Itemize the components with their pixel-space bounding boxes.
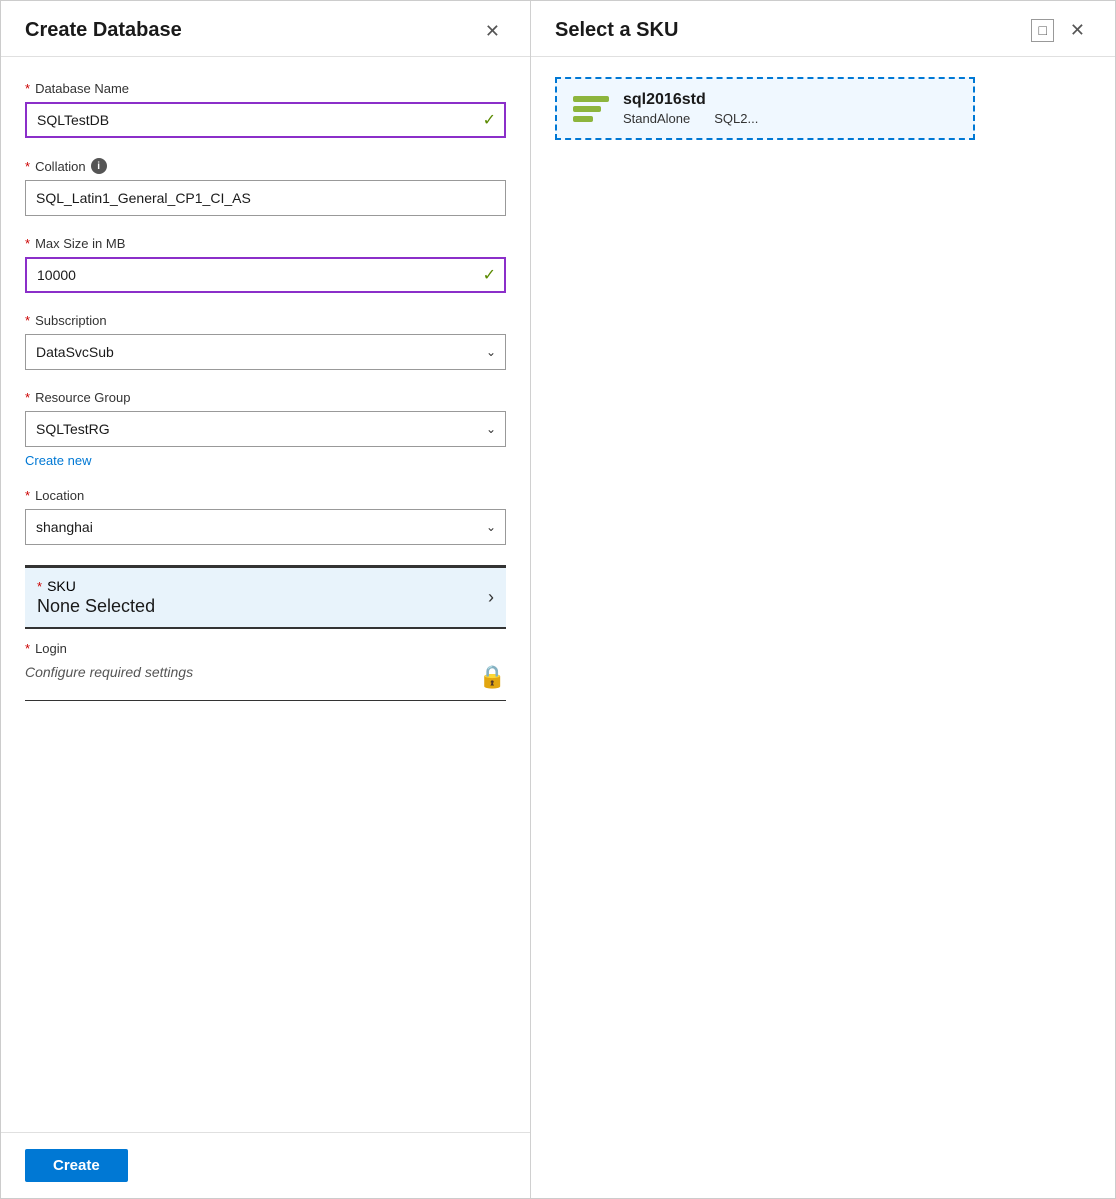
subscription-group: * Subscription DataSvcSub ⌄ [25,313,506,370]
database-name-group: * Database Name ✓ [25,81,506,138]
subscription-select-wrapper: DataSvcSub ⌄ [25,334,506,370]
subscription-required-star: * [25,313,30,328]
create-button[interactable]: Create [25,1149,128,1182]
right-close-button[interactable]: ✕ [1064,19,1091,41]
login-field-inner: Configure required settings 🔒 [25,662,506,690]
login-label-text: Login [35,641,67,656]
sku-card[interactable]: sql2016std StandAlone SQL2... [555,77,975,140]
left-panel-header: Create Database ✕ [1,1,530,57]
login-field: * Login Configure required settings 🔒 [25,629,506,701]
database-name-label: * Database Name [25,81,506,96]
sku-label-text: SKU [47,578,76,594]
create-new-link[interactable]: Create new [25,453,91,468]
create-database-panel: Create Database ✕ * Database Name ✓ * Co [1,1,531,1198]
max-size-label: * Max Size in MB [25,236,506,251]
location-required-star: * [25,488,30,503]
location-select-wrapper: shanghai ⌄ [25,509,506,545]
left-panel-title: Create Database [25,19,182,42]
resource-group-select-wrapper: SQLTestRG ⌄ [25,411,506,447]
sku-icon-bar-narrow [573,116,593,122]
max-size-input-wrapper: ✓ [25,257,506,293]
sku-field[interactable]: * SKU None Selected › [25,566,506,629]
sku-card-details: StandAlone SQL2... [623,111,758,126]
collation-required-star: * [25,159,30,174]
max-size-required-star: * [25,236,30,251]
lock-icon: 🔒 [479,664,506,690]
max-size-label-text: Max Size in MB [35,236,125,251]
sku-card-info: sql2016std StandAlone SQL2... [623,91,758,126]
collation-input-wrapper [25,180,506,216]
location-group: * Location shanghai ⌄ [25,488,506,545]
resource-group-label: * Resource Group [25,390,506,405]
database-name-input-wrapper: ✓ [25,102,506,138]
login-label: * Login [25,641,506,656]
max-size-input[interactable] [25,257,506,293]
resource-group-select[interactable]: SQLTestRG [25,411,506,447]
collation-input[interactable] [25,180,506,216]
sku-required-star: * [37,579,42,594]
sku-card-version: SQL2... [714,111,758,126]
location-select[interactable]: shanghai [25,509,506,545]
location-label: * Location [25,488,506,503]
subscription-label: * Subscription [25,313,506,328]
sku-value: None Selected [37,596,155,617]
sku-chevron-right-icon: › [488,587,494,608]
database-name-required-star: * [25,81,30,96]
resource-group-required-star: * [25,390,30,405]
sku-icon-bar-wide [573,96,609,102]
login-required-star: * [25,641,30,656]
left-panel-footer: Create [1,1132,530,1198]
sku-icon-bar-medium [573,106,601,112]
sku-card-type: StandAlone [623,111,690,126]
max-size-group: * Max Size in MB ✓ [25,236,506,293]
left-panel-body: * Database Name ✓ * Collation i [1,57,530,1132]
sku-card-icon [573,96,609,122]
sku-card-name: sql2016std [623,91,758,109]
collation-label: * Collation i [25,158,506,174]
database-name-label-text: Database Name [35,81,129,96]
maximize-button[interactable]: □ [1031,19,1053,42]
right-panel-header: Select a SKU □ ✕ [531,1,1115,57]
sku-field-left: * SKU None Selected [37,578,155,617]
sku-label-row: * SKU [37,578,155,594]
left-close-button[interactable]: ✕ [479,20,506,42]
resource-group-label-text: Resource Group [35,390,130,405]
collation-group: * Collation i [25,158,506,216]
right-header-icons: □ ✕ [1031,19,1091,42]
subscription-select[interactable]: DataSvcSub [25,334,506,370]
collation-label-text: Collation [35,159,86,174]
resource-group-group: * Resource Group SQLTestRG ⌄ Create new [25,390,506,468]
location-label-text: Location [35,488,84,503]
subscription-label-text: Subscription [35,313,107,328]
select-sku-panel: Select a SKU □ ✕ sql2016std StandAlone S… [531,1,1115,1198]
login-divider [25,700,506,701]
login-placeholder-text: Configure required settings [25,664,193,680]
right-panel-title: Select a SKU [555,19,678,42]
collation-info-icon[interactable]: i [91,158,107,174]
right-panel-body: sql2016std StandAlone SQL2... [531,57,1115,1198]
database-name-input[interactable] [25,102,506,138]
